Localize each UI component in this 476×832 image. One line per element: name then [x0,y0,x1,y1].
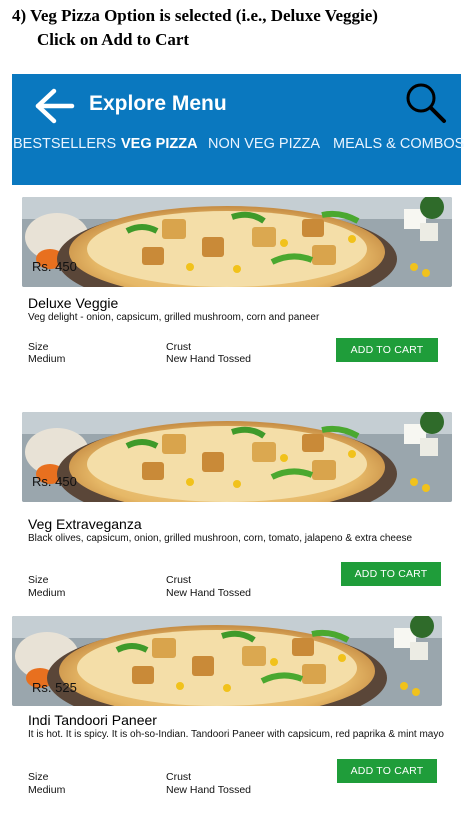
instruction-line-1: 4) Veg Pizza Option is selected (i.e., D… [12,6,378,25]
instruction-caption: 4) Veg Pizza Option is selected (i.e., D… [12,4,472,52]
tab-veg-pizza[interactable]: VEG PIZZA [121,136,198,152]
product-description: Black olives, capsicum, onion, grilled m… [28,533,413,544]
crust-label: Crust [166,341,192,353]
tab-meals-combos[interactable]: MEALS & COMBOS [333,136,464,152]
price-label: Rs. 450 [32,259,77,274]
product-card-veg-extraveganza: Rs. 450 Veg Extraveganza Black olives, c… [12,412,461,612]
crust-value[interactable]: New Hand Tossed [166,353,251,365]
size-value[interactable]: Medium [28,353,65,365]
back-arrow-icon[interactable] [32,86,76,126]
product-name: Indi Tandoori Paneer [28,712,157,728]
product-name: Deluxe Veggie [28,295,119,311]
search-icon[interactable] [402,80,450,128]
add-to-cart-button[interactable]: ADD TO CART [336,338,438,362]
instruction-line-2: Click on Add to Cart [37,30,190,49]
product-card-indi-tandoori-paneer: Rs. 525 Indi Tandoori Paneer It is hot. … [12,616,461,816]
crust-label: Crust [166,574,192,586]
pizza-image: Rs. 450 [22,197,452,287]
crust-value[interactable]: New Hand Tossed [166,784,251,796]
size-label: Size [28,341,49,353]
tab-bestsellers[interactable]: BESTSELLERS [13,136,116,152]
product-description: Veg delight - onion, capsicum, grilled m… [28,312,320,323]
add-to-cart-button[interactable]: ADD TO CART [337,759,437,783]
pizza-image: Rs. 525 [12,616,442,706]
category-tabs: BESTSELLERS VEG PIZZA NON VEG PIZZA MEAL… [12,136,464,158]
product-card-deluxe-veggie: Rs. 450 Deluxe Veggie Veg delight - onio… [12,197,461,397]
size-label: Size [28,574,49,586]
size-value[interactable]: Medium [28,784,65,796]
pizza-image: Rs. 450 [22,412,452,502]
price-label: Rs. 450 [32,474,77,489]
price-label: Rs. 525 [32,680,77,695]
page-title: Explore Menu [89,92,227,115]
size-label: Size [28,771,49,783]
tab-non-veg-pizza[interactable]: NON VEG PIZZA [208,136,320,152]
size-value[interactable]: Medium [28,587,65,599]
crust-label: Crust [166,771,192,783]
product-name: Veg Extraveganza [28,516,142,532]
crust-value[interactable]: New Hand Tossed [166,587,251,599]
add-to-cart-button[interactable]: ADD TO CART [341,562,441,586]
product-description: It is hot. It is spicy. It is oh-so-Indi… [28,729,444,740]
app-bar: Explore Menu BESTSELLERS VEG PIZZA NON V… [12,74,464,185]
